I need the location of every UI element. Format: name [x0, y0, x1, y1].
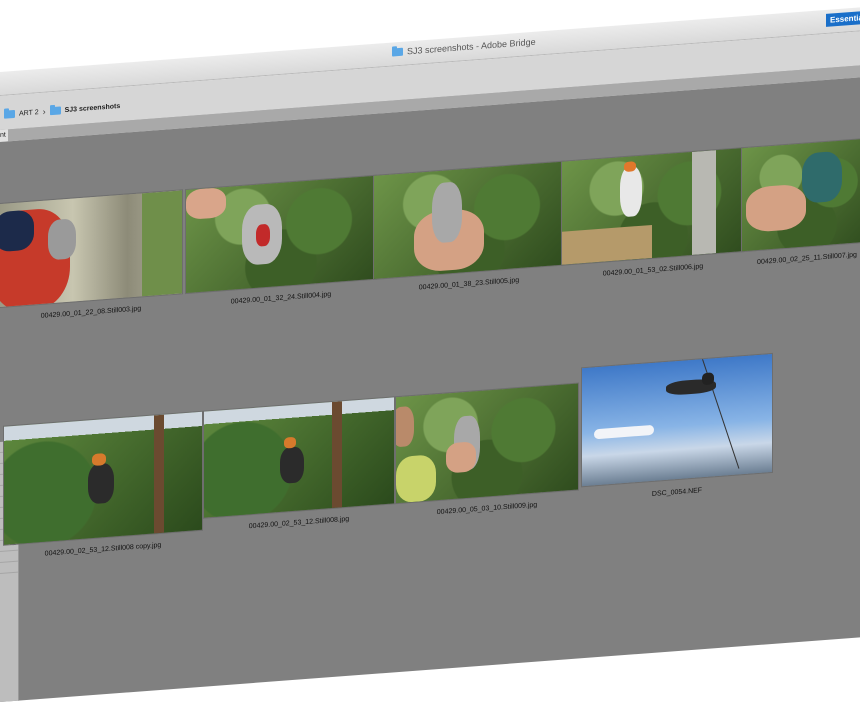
shirt: [396, 454, 436, 504]
folder-icon: [4, 109, 15, 119]
climber-figure: [88, 462, 114, 505]
cloud: [594, 424, 654, 440]
breadcrumb-item-sj3-screenshots[interactable]: SJ3 screenshots: [65, 102, 121, 113]
thumbnail-image: [396, 383, 578, 504]
tree-trunk: [692, 150, 716, 255]
thumbnail-image: [582, 353, 772, 487]
thumbnail-filename[interactable]: 00429.00_01_53_02.Still006.jpg: [562, 260, 744, 281]
foliage: [142, 190, 182, 297]
helmet: [284, 436, 296, 449]
workspace-essentials-button[interactable]: Essential: [826, 10, 860, 27]
thumbnail-filename[interactable]: DSC_0054.NEF: [582, 482, 772, 503]
tree-trunk: [332, 401, 342, 509]
left-panel-row: [0, 561, 18, 574]
helmet: [702, 372, 714, 386]
climber-figure: [280, 446, 304, 484]
thumbnail-image: [186, 175, 376, 294]
thumbnail-filename[interactable]: 00429.00_01_32_24.Still004.jpg: [186, 288, 376, 309]
rope-device: [802, 150, 842, 204]
window-title-text: SJ3 screenshots - Adobe Bridge: [407, 36, 536, 57]
hand: [446, 441, 476, 474]
folder-icon: [49, 106, 61, 116]
content-panel: 8 1 8 1 00429.00_01_22_08.Still003.jpg: [0, 77, 860, 702]
helmet: [624, 161, 636, 173]
rope-device: [432, 181, 462, 244]
thumbnail-filename[interactable]: 00429.00_02_25_11.Still007.jpg: [742, 250, 860, 267]
thumbnail-image: [204, 397, 394, 518]
thumbnail-image: [374, 161, 564, 279]
window-title: SJ3 screenshots - Adobe Bridge: [392, 37, 536, 58]
chevron-right-icon: ›: [42, 106, 46, 117]
breadcrumb: ART 2 › SJ3 screenshots: [4, 101, 120, 120]
thumbnail-image: [742, 138, 860, 252]
thumbnail-image: [0, 190, 182, 307]
thumbnail-filename[interactable]: 00429.00_05_03_10.Still009.jpg: [396, 499, 578, 520]
thumbnail-filename[interactable]: 00429.00_01_22_08.Still003.jpg: [0, 302, 182, 323]
thumbnail-image: [4, 411, 202, 545]
ground: [562, 224, 652, 265]
hand: [186, 187, 226, 221]
folder-icon: [392, 47, 403, 57]
carabiner: [48, 218, 76, 261]
thumbnail-filename[interactable]: 00429.00_02_53_12.Still008.jpg: [204, 512, 394, 533]
rope-device: [256, 223, 270, 247]
breadcrumb-item-art2[interactable]: ART 2: [19, 109, 39, 117]
tree-trunk: [154, 414, 164, 534]
bridge-window: SJ3 screenshots - Adobe Bridge Essential…: [0, 0, 860, 702]
climber-figure: [620, 165, 642, 218]
thumbnail-image: [562, 148, 744, 265]
thumbnail-filename[interactable]: 00429.00_01_38_23.Still005.jpg: [374, 274, 564, 295]
helmet: [92, 453, 106, 467]
tab-content[interactable]: nt: [0, 129, 8, 142]
hand: [746, 183, 806, 233]
climber-figure: [396, 405, 414, 448]
